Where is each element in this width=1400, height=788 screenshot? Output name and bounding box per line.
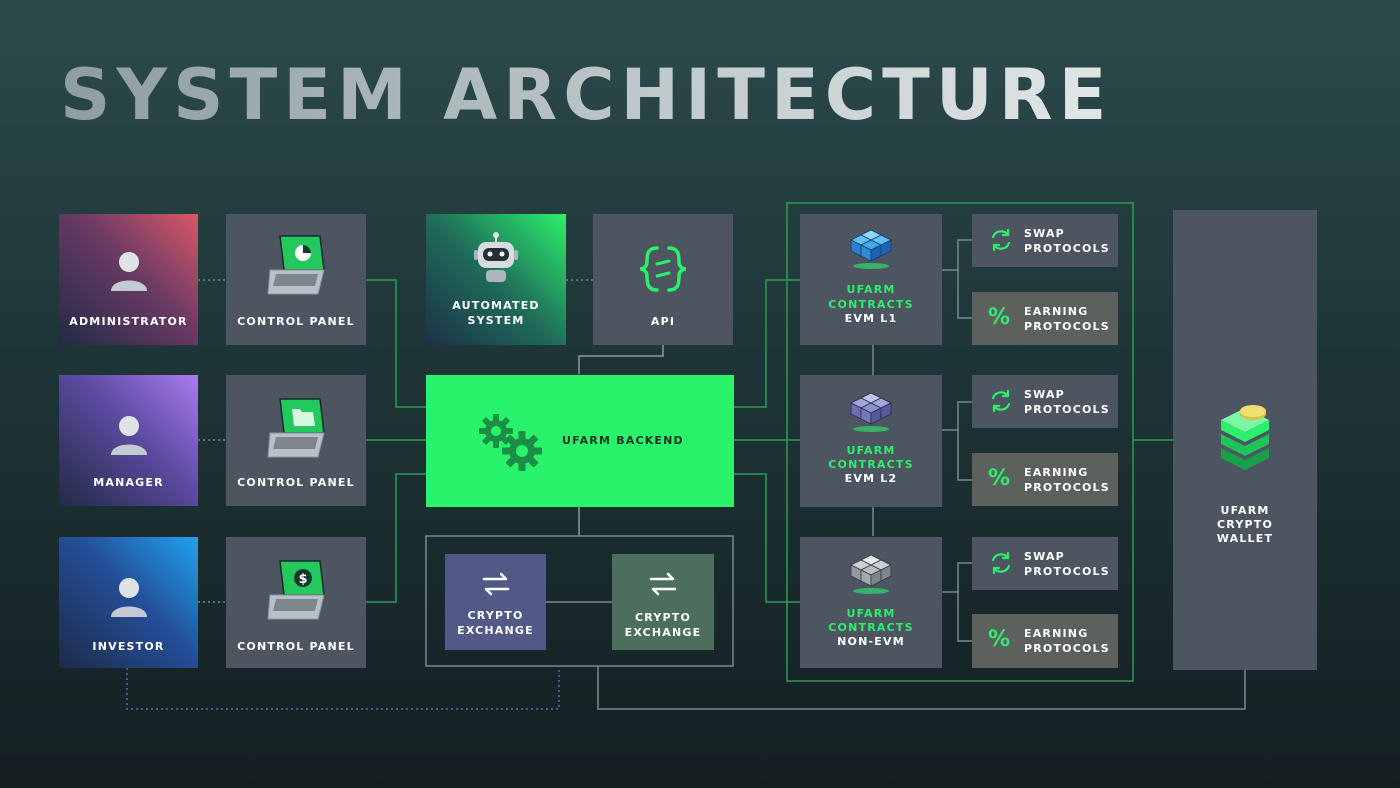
investor-node[interactable]: INVESTOR bbox=[59, 537, 198, 668]
earning-protocols-l2[interactable]: % EARNING PROTOCOLS bbox=[972, 453, 1118, 506]
earning-protocols-non-evm[interactable]: % EARNING PROTOCOLS bbox=[972, 614, 1118, 668]
swap-word: SWAP bbox=[1024, 388, 1065, 401]
wallet-stack-icon bbox=[1221, 405, 1269, 470]
contracts-evm-l2[interactable]: UFARM CONTRACTS EVM L2 bbox=[800, 375, 942, 507]
protocols-word: PROTOCOLS bbox=[1024, 320, 1110, 333]
cubes-grey-icon bbox=[850, 554, 892, 594]
refresh-icon bbox=[991, 228, 1011, 252]
automated-system-label-2: SYSTEM bbox=[467, 314, 525, 327]
api-node[interactable]: API bbox=[593, 214, 733, 345]
api-label: API bbox=[650, 315, 676, 328]
laptop-dollar-icon: $ bbox=[267, 560, 325, 620]
refresh-icon bbox=[991, 389, 1011, 413]
swap-label-1: SWAP PROTOCOLS bbox=[1024, 226, 1110, 256]
cubes-blue-icon bbox=[850, 229, 892, 269]
laptop-chart-icon bbox=[267, 235, 325, 295]
administrator-node[interactable]: ADMINISTRATOR bbox=[59, 214, 198, 345]
contracts-label-3b: CONTRACTS bbox=[828, 621, 914, 634]
exchange-label-1a: CRYPTO bbox=[467, 609, 524, 622]
automated-system-label-1: AUTOMATED bbox=[452, 299, 540, 312]
automated-system-node[interactable]: AUTOMATED SYSTEM bbox=[426, 214, 566, 345]
exchange-arrows-icon bbox=[649, 572, 677, 596]
contracts-label-2c: EVM L2 bbox=[844, 472, 898, 485]
manager-node[interactable]: MANAGER bbox=[59, 375, 198, 506]
control-panel-investor[interactable]: $ CONTROL PANEL bbox=[226, 537, 366, 668]
svg-text:$: $ bbox=[298, 572, 307, 587]
earning-word: EARNING bbox=[1024, 627, 1089, 640]
exchange-label-2a: CRYPTO bbox=[634, 611, 692, 624]
earning-label-1: EARNING PROTOCOLS bbox=[1024, 304, 1110, 334]
ufarm-crypto-wallet[interactable]: UFARM CRYPTO WALLET bbox=[1173, 210, 1317, 670]
earning-label-3: EARNING PROTOCOLS bbox=[1024, 626, 1110, 656]
swap-label-3: SWAP PROTOCOLS bbox=[1024, 549, 1110, 579]
refresh-icon bbox=[991, 551, 1011, 575]
percent-icon: % bbox=[988, 305, 1011, 330]
swap-protocols-non-evm[interactable]: SWAP PROTOCOLS bbox=[972, 537, 1118, 590]
protocols-word: PROTOCOLS bbox=[1024, 481, 1110, 494]
wallet-label-1: UFARM bbox=[1220, 504, 1270, 517]
protocols-word: PROTOCOLS bbox=[1024, 565, 1110, 578]
earning-word: EARNING bbox=[1024, 466, 1089, 479]
control-panel-label: CONTROL PANEL bbox=[237, 476, 355, 489]
protocols-word: PROTOCOLS bbox=[1024, 642, 1110, 655]
percent-icon: % bbox=[988, 627, 1011, 652]
laptop-folder-icon bbox=[267, 398, 325, 458]
contracts-label-2b: CONTRACTS bbox=[828, 458, 914, 471]
wallet-label-3: WALLET bbox=[1216, 532, 1274, 545]
swap-word: SWAP bbox=[1024, 550, 1065, 563]
protocols-word: PROTOCOLS bbox=[1024, 403, 1110, 416]
contracts-label-1b: CONTRACTS bbox=[828, 298, 914, 311]
swap-protocols-l1[interactable]: SWAP PROTOCOLS bbox=[972, 214, 1118, 267]
exchange-label-1b: EXCHANGE bbox=[457, 624, 534, 637]
control-panel-label: CONTROL PANEL bbox=[237, 640, 355, 653]
contracts-label-1a: UFARM bbox=[846, 283, 896, 296]
user-icon bbox=[110, 252, 147, 291]
api-icon bbox=[639, 246, 687, 292]
backend-label: UFARM BACKEND bbox=[562, 434, 684, 447]
contracts-label-1c: EVM L1 bbox=[844, 312, 898, 325]
crypto-exchange-2[interactable]: CRYPTO EXCHANGE bbox=[612, 554, 714, 650]
contracts-label-3c: NON-EVM bbox=[837, 635, 905, 648]
swap-word: SWAP bbox=[1024, 227, 1065, 240]
exchange-arrows-icon bbox=[482, 572, 509, 596]
exchange-label-2b: EXCHANGE bbox=[624, 626, 702, 639]
earning-protocols-l1[interactable]: % EARNING PROTOCOLS bbox=[972, 292, 1118, 345]
wallet-label-2: CRYPTO bbox=[1216, 518, 1274, 531]
manager-label: MANAGER bbox=[93, 476, 164, 489]
percent-icon: % bbox=[988, 466, 1011, 491]
control-panel-manager[interactable]: CONTROL PANEL bbox=[226, 375, 366, 506]
contracts-label-3a: UFARM bbox=[846, 607, 896, 620]
gears-icon bbox=[479, 414, 542, 471]
cubes-purple-icon bbox=[850, 392, 892, 432]
swap-protocols-l2[interactable]: SWAP PROTOCOLS bbox=[972, 375, 1118, 428]
robot-icon bbox=[474, 232, 518, 282]
control-panel-admin[interactable]: CONTROL PANEL bbox=[226, 214, 366, 345]
user-icon bbox=[110, 416, 147, 455]
contracts-label-2a: UFARM bbox=[846, 444, 896, 457]
contracts-evm-l1[interactable]: UFARM CONTRACTS EVM L1 bbox=[800, 214, 942, 345]
contracts-non-evm[interactable]: UFARM CONTRACTS NON-EVM bbox=[800, 537, 942, 668]
earning-label-2: EARNING PROTOCOLS bbox=[1024, 465, 1110, 495]
swap-label-2: SWAP PROTOCOLS bbox=[1024, 387, 1110, 417]
investor-label: INVESTOR bbox=[92, 640, 165, 653]
crypto-exchange-1[interactable]: CRYPTO EXCHANGE bbox=[445, 554, 546, 650]
ufarm-backend-node[interactable]: UFARM BACKEND bbox=[426, 375, 734, 507]
protocols-word: PROTOCOLS bbox=[1024, 242, 1110, 255]
earning-word: EARNING bbox=[1024, 305, 1089, 318]
administrator-label: ADMINISTRATOR bbox=[69, 315, 188, 328]
user-icon bbox=[110, 578, 147, 617]
control-panel-label: CONTROL PANEL bbox=[237, 315, 355, 328]
